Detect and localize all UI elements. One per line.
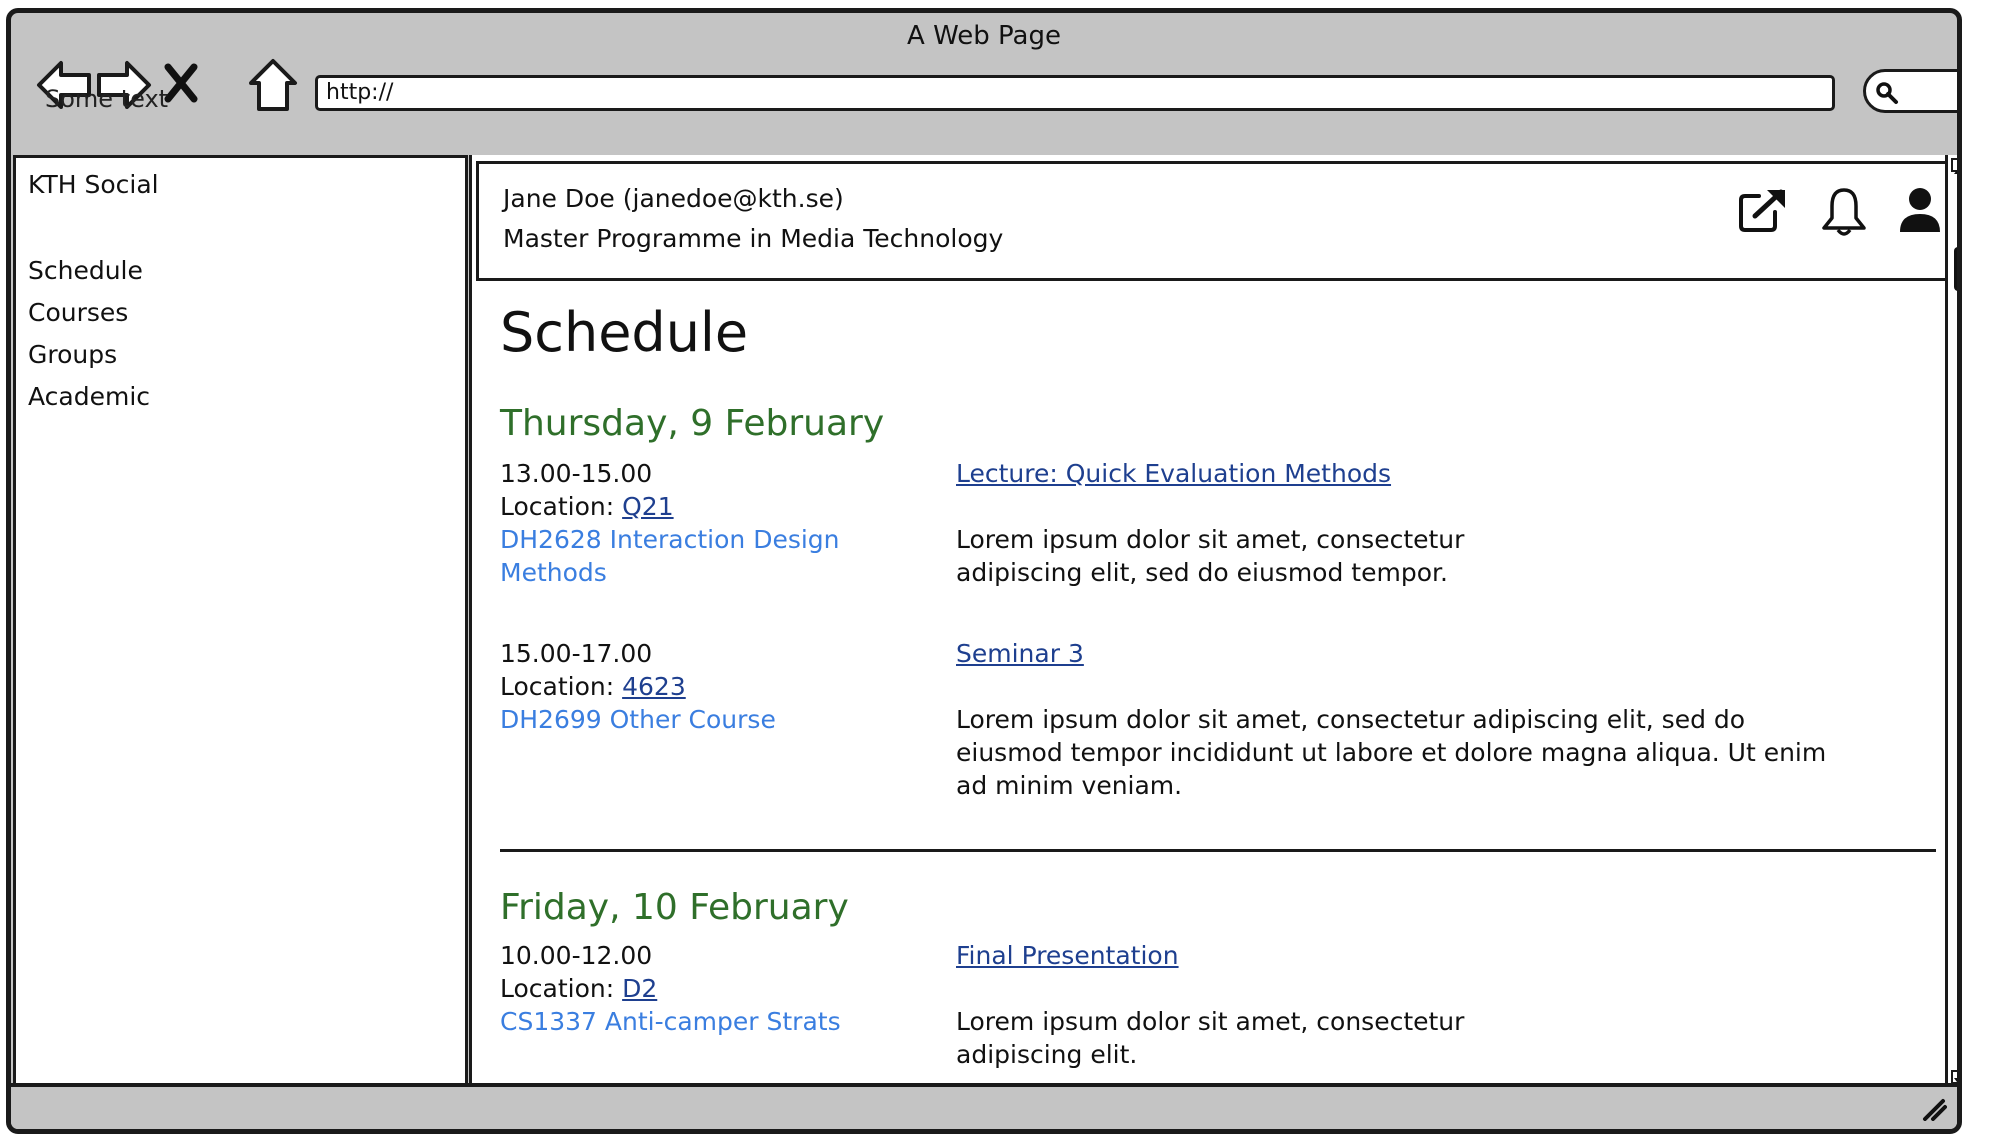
brand-name: KTH Social [28,170,159,199]
window-title: A Web Page [907,21,1061,51]
scroll-thumb[interactable] [1954,247,1957,291]
user-icon[interactable] [1897,186,1943,234]
status-bar [11,1083,1957,1129]
arrow-up-icon [1954,170,1957,174]
day-heading: Thursday, 9 February [500,403,885,444]
browser-window: A Web Page Some text http:// KTH Social … [6,8,1962,1134]
user-programme: Master Programme in Media Technology [503,224,1004,253]
course-link[interactable]: DH2699 Other Course [500,703,870,736]
event-location: Location: Q21 [500,490,1800,523]
main-content: Jane Doe (janedoe@kth.se) Master Program… [469,155,1957,1087]
profile-header: Jane Doe (janedoe@kth.se) Master Program… [476,161,1952,281]
scroll-up-button[interactable] [1951,158,1957,174]
event-title-link[interactable]: Lecture: Quick Evaluation Methods [956,457,1391,490]
location-link[interactable]: D2 [622,974,657,1003]
location-label: Location: [500,974,623,1003]
search-field[interactable] [1863,69,1957,113]
event-location: Location: D2 [500,972,1800,1005]
vertical-scrollbar[interactable] [1945,155,1957,1087]
event-description: Lorem ipsum dolor sit amet, consectetur … [956,1007,1465,1069]
sidebar-item-schedule[interactable]: Schedule [28,250,150,292]
overlay-text: Some text [45,85,169,113]
day-heading: Friday, 10 February [500,887,849,928]
sidebar: KTH Social Schedule Courses Groups Acade… [13,155,468,1087]
event-title-link[interactable]: Seminar 3 [956,637,1084,670]
location-link[interactable]: Q21 [622,492,674,521]
event-description: Lorem ipsum dolor sit amet, consectetur … [956,705,1827,800]
home-icon[interactable] [247,57,299,113]
sidebar-item-academic[interactable]: Academic [28,376,150,418]
sidebar-item-courses[interactable]: Courses [28,292,150,334]
location-label: Location: [500,672,623,701]
location-link[interactable]: 4623 [622,672,686,701]
search-icon [1876,82,1898,104]
location-label: Location: [500,492,623,521]
sidebar-nav: Schedule Courses Groups Academic [28,250,150,418]
event-time: 15.00-17.00 [500,639,653,668]
schedule-event: 13.00-15.00 Location: Q21 DH2628 Interac… [500,457,1800,597]
event-title-link[interactable]: Final Presentation [956,939,1179,972]
course-link[interactable]: CS1337 Anti-camper Strats [500,1005,870,1038]
scroll-down-button[interactable] [1951,1070,1957,1084]
bell-icon[interactable] [1819,186,1869,238]
user-name: Jane Doe (janedoe@kth.se) [503,184,844,213]
address-bar[interactable]: http:// [315,75,1835,111]
schedule-event: 15.00-17.00 Location: 4623 DH2699 Other … [500,637,1826,807]
stop-icon[interactable] [163,63,199,103]
event-description: Lorem ipsum dolor sit amet, consectetur … [956,525,1465,587]
external-link-icon[interactable] [1737,186,1789,234]
day-divider [500,849,1936,852]
resize-grip-icon[interactable] [1919,1097,1947,1121]
schedule-event: 10.00-12.00 Location: D2 CS1337 Anti-cam… [500,939,1800,1079]
sidebar-item-groups[interactable]: Groups [28,334,150,376]
course-link[interactable]: DH2628 Interaction Design Methods [500,523,870,589]
event-location: Location: 4623 [500,670,1800,703]
page-title: Schedule [500,301,749,364]
